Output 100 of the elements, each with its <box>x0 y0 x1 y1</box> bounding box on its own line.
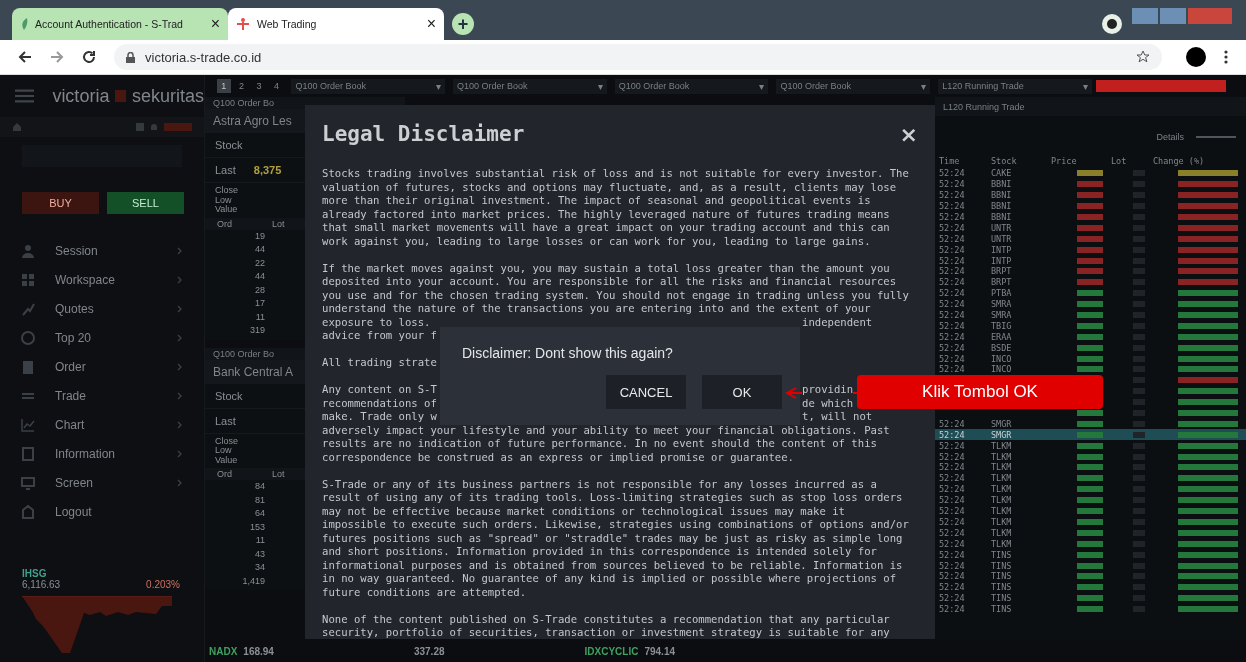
blurred-value-drawing <box>1077 214 1103 220</box>
trade-row[interactable]: 52:24 SMGR <box>935 429 1246 441</box>
close-tab-button[interactable]: × <box>210 15 220 33</box>
address-bar[interactable]: victoria.s-trade.co.id <box>114 44 1162 70</box>
trade-row[interactable]: 52:24 TLKM <box>935 494 1246 506</box>
field-label: Last <box>215 414 236 427</box>
widget-dropdown[interactable]: Q100 Order Book ▾ <box>453 78 607 94</box>
close-button[interactable]: × <box>899 127 918 142</box>
trade-row[interactable]: 52:24 TINS <box>935 603 1246 615</box>
back-icon[interactable] <box>18 50 32 64</box>
trade-row[interactable]: 52:24 TLKM <box>935 483 1246 495</box>
profile-icon[interactable] <box>1102 14 1122 34</box>
trade-row[interactable]: 52:24 INCO <box>935 364 1246 375</box>
page-tab[interactable]: 4 <box>269 79 284 93</box>
menu-icon[interactable] <box>1224 50 1228 64</box>
avatar-icon[interactable] <box>1186 47 1206 67</box>
bell-icon[interactable] <box>150 122 158 132</box>
trade-row[interactable]: 52:24 SMGR <box>935 418 1246 430</box>
trade-row[interactable]: 52:24 BBNI <box>935 178 1246 190</box>
trade-row[interactable]: 52:24 TINS <box>935 592 1246 604</box>
time-cell-text: 52:24 <box>939 168 966 179</box>
trade-row[interactable]: 52:24 BSDE <box>935 342 1246 354</box>
trade-row[interactable]: 52:24 BRPT <box>935 276 1246 288</box>
trade-row[interactable]: 52:24 TLKM <box>935 440 1246 452</box>
trade-row[interactable]: 52:24 PTBA <box>935 287 1246 299</box>
sell-button[interactable]: SELL <box>107 192 184 214</box>
reload-icon[interactable] <box>82 50 96 64</box>
trade-row[interactable]: 52:24 CAKE <box>935 168 1246 179</box>
column-header: Price <box>1051 156 1078 166</box>
buy-button[interactable]: BUY <box>22 192 99 214</box>
trade-row[interactable]: 52:24 TLKM <box>935 527 1246 539</box>
forward-icon[interactable] <box>50 50 64 64</box>
chevron-icon <box>177 362 182 371</box>
sidebar-item[interactable]: Screen <box>0 468 204 497</box>
trade-row[interactable]: 52:24 TINS <box>935 570 1246 582</box>
text-line: may not be effective because market conditions or technological issues may make it <box>322 504 846 518</box>
chevron-icon <box>177 246 182 255</box>
trade-row[interactable]: 52:24 TLKM <box>935 451 1246 463</box>
sidebar-item[interactable]: Information <box>0 439 204 468</box>
home-icon[interactable] <box>12 122 22 132</box>
order-icon <box>21 359 35 374</box>
trade-row[interactable]: 52:24 UNTR <box>935 233 1246 245</box>
trade-row[interactable]: 52:24 TBIG <box>935 320 1246 332</box>
widget-dropdown[interactable]: L120 Running Trade ▾ <box>938 78 1092 94</box>
confirm-question: Disclaimer: Dont show this again? <box>462 345 674 361</box>
time-cell-text: 52:24 <box>939 495 966 506</box>
sidebar-item[interactable]: Quotes <box>0 294 204 323</box>
trade-row[interactable]: 52:24 TINS <box>935 549 1246 561</box>
trade-row[interactable]: 52:24 ERAA <box>935 331 1246 343</box>
trade-row[interactable]: 52:24 TLKM <box>935 516 1246 528</box>
menu-label: Session <box>55 243 99 258</box>
trade-row[interactable]: 52:24 TINS <box>935 560 1246 571</box>
page-tab[interactable]: 3 <box>252 79 266 93</box>
widget-dropdown[interactable]: Q100 Order Book ▾ <box>776 78 931 94</box>
trade-row[interactable]: 52:24 TLKM <box>935 472 1246 484</box>
dialog-button[interactable]: CANCEL <box>606 375 686 409</box>
stock-code: SMRA <box>991 299 1013 310</box>
trade-row[interactable]: 52:24 BBNI <box>935 211 1246 223</box>
dialog-button[interactable]: OK <box>702 375 782 409</box>
trade-row[interactable]: 52:24 SMRA <box>935 298 1246 310</box>
trade-row[interactable]: 52:24 SMRA <box>935 309 1246 321</box>
stock-code: BSDE <box>991 342 1013 353</box>
sidebar-item[interactable]: Trade <box>0 381 204 410</box>
trade-row[interactable]: 52:24 INCO <box>935 353 1246 365</box>
close-tab-button[interactable]: × <box>426 15 436 33</box>
sidebar-item[interactable]: Order <box>0 352 204 381</box>
sidebar-item[interactable]: Chart <box>0 410 204 439</box>
text-fragment: make. Trade only w <box>322 410 437 424</box>
trade-row[interactable]: 52:24 TLKM <box>935 505 1246 517</box>
trade-row[interactable]: 52:24 BBNI <box>935 189 1246 201</box>
star-icon[interactable] <box>1136 50 1150 64</box>
trade-row[interactable]: 52:24 TLKM <box>935 538 1246 550</box>
trade-row[interactable]: 52:24 BRPT <box>935 266 1246 277</box>
table-cell-text: 84 <box>255 480 265 493</box>
stock-code: TLKM <box>991 451 1013 462</box>
trade-row[interactable]: 52:24 INTP <box>935 255 1246 266</box>
browser-tab[interactable]: Web Trading × <box>228 8 444 40</box>
trade-row[interactable]: 52:24 TINS <box>935 581 1246 593</box>
trade-row[interactable]: 52:24 BBNI <box>935 200 1246 212</box>
widget-dropdown[interactable]: Q100 Order Book ▾ <box>291 78 446 94</box>
sidebar-item[interactable]: Session <box>0 236 204 265</box>
trade-row[interactable]: 52:24 UNTR <box>935 222 1246 234</box>
time-cell-text: 52:24 <box>939 222 966 233</box>
text-line: understand the nature of the transactions you are entering into and the extent of your <box>322 302 872 316</box>
window-controls[interactable] <box>1132 8 1232 24</box>
column-header: Ord <box>217 218 232 229</box>
sidebar-item[interactable]: Top 20 <box>0 323 204 352</box>
blurred-value-drawing <box>1077 508 1103 515</box>
page-tab[interactable]: 2 <box>234 79 249 93</box>
widget-dropdown[interactable]: Q100 Order Book ▾ <box>614 78 769 94</box>
stock-code: CAKE <box>991 168 1013 179</box>
page-tab[interactable]: 1 <box>217 79 231 93</box>
sidebar-item[interactable]: Logout <box>0 497 204 526</box>
blurred-value-drawing <box>1077 192 1103 199</box>
sidebar-item[interactable]: Workspace <box>0 265 204 294</box>
time-cell-text: 52:24 <box>939 549 966 560</box>
new-tab-button[interactable]: + <box>452 13 474 35</box>
trade-row[interactable]: 52:24 TLKM <box>935 462 1246 473</box>
browser-tab[interactable]: Account Authentication - S-Trad × <box>12 8 228 40</box>
trade-row[interactable]: 52:24 INTP <box>935 244 1246 256</box>
